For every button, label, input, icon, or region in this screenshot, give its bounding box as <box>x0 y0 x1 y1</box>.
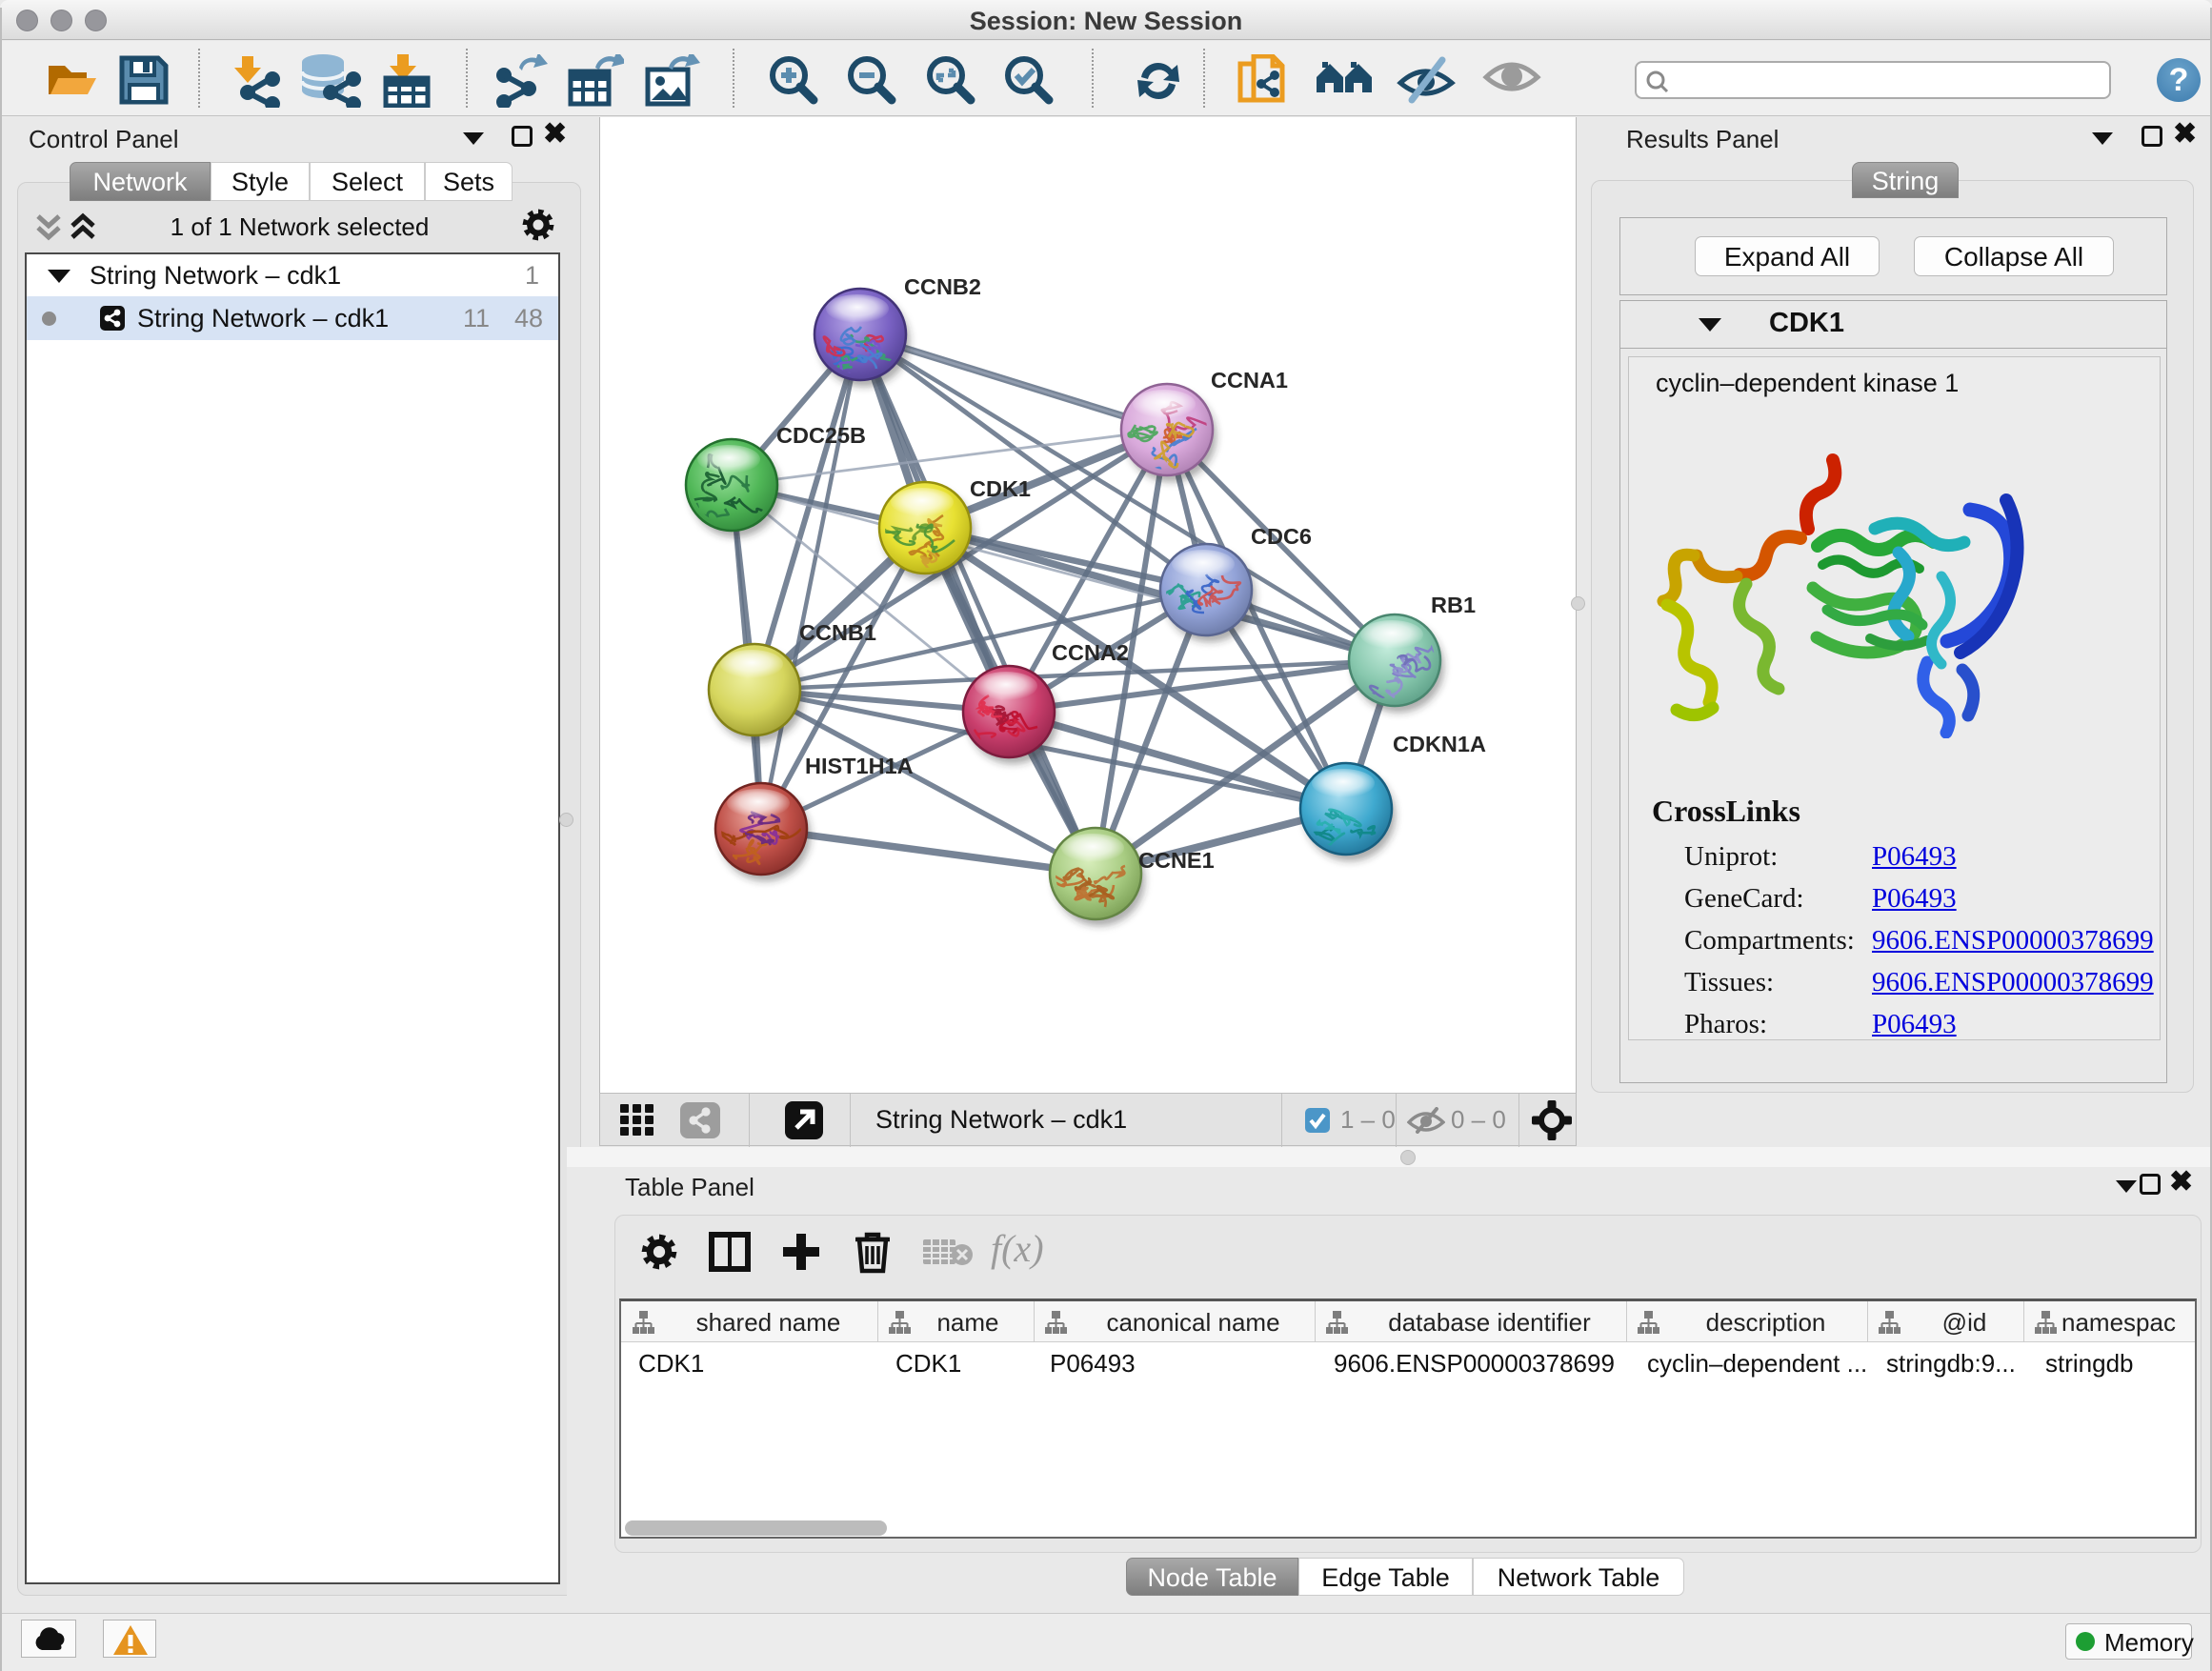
svg-text:RB1: RB1 <box>1431 593 1476 617</box>
svg-text:CCNB2: CCNB2 <box>904 274 981 299</box>
svg-text:CDC6: CDC6 <box>1251 524 1312 549</box>
svg-text:CCNB1: CCNB1 <box>799 620 876 645</box>
svg-text:CDC25B: CDC25B <box>776 423 866 448</box>
svg-text:HIST1H1A: HIST1H1A <box>805 754 914 778</box>
svg-text:CCNA1: CCNA1 <box>1211 368 1288 393</box>
svg-text:CCNE1: CCNE1 <box>1138 848 1215 873</box>
svg-text:CDK1: CDK1 <box>970 476 1031 501</box>
svg-text:CCNA2: CCNA2 <box>1052 640 1129 665</box>
svg-text:CDKN1A: CDKN1A <box>1393 732 1486 756</box>
